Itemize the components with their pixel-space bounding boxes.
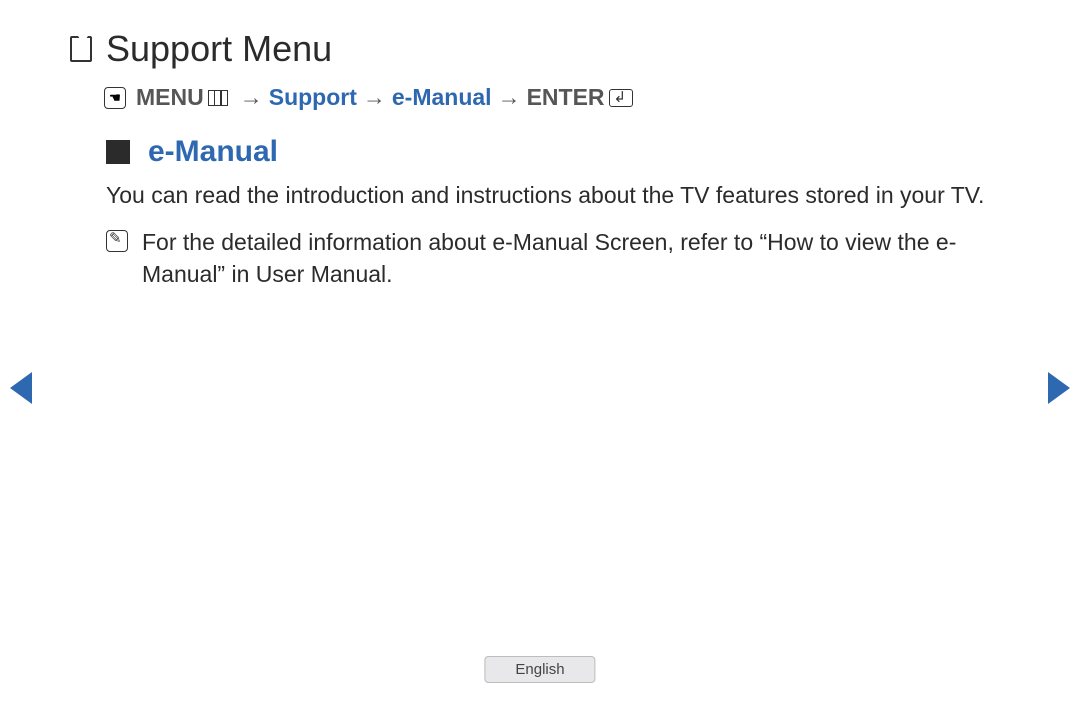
language-indicator[interactable]: English xyxy=(484,656,595,683)
enter-icon xyxy=(609,89,633,107)
note-text: For the detailed information about e-Man… xyxy=(142,226,1010,291)
breadcrumb: ☚ MENU → Support → e-Manual → ENTER xyxy=(104,84,1010,111)
arrow-icon: → xyxy=(240,84,263,111)
prev-page-button[interactable] xyxy=(10,372,32,404)
section-heading-row: e-Manual xyxy=(70,135,1010,169)
bookmark-icon xyxy=(70,36,92,62)
breadcrumb-enter-label: ENTER xyxy=(527,84,605,111)
hand-icon: ☚ xyxy=(104,87,126,109)
arrow-icon: → xyxy=(498,84,521,111)
arrow-icon: → xyxy=(363,84,386,111)
breadcrumb-support: Support xyxy=(269,84,357,111)
note-row: For the detailed information about e-Man… xyxy=(106,226,1010,291)
page-title: Support Menu xyxy=(106,28,332,70)
next-page-button[interactable] xyxy=(1048,372,1070,404)
note-icon xyxy=(106,230,128,252)
square-bullet-icon xyxy=(106,140,130,164)
page-content: Support Menu ☚ MENU → Support → e-Manual… xyxy=(0,0,1080,291)
section-heading: e-Manual xyxy=(148,135,278,169)
breadcrumb-menu-label: MENU xyxy=(136,84,204,111)
title-row: Support Menu xyxy=(70,28,1010,70)
menu-icon xyxy=(208,90,228,106)
breadcrumb-emanual: e-Manual xyxy=(392,84,492,111)
section-body: You can read the introduction and instru… xyxy=(106,179,1010,212)
